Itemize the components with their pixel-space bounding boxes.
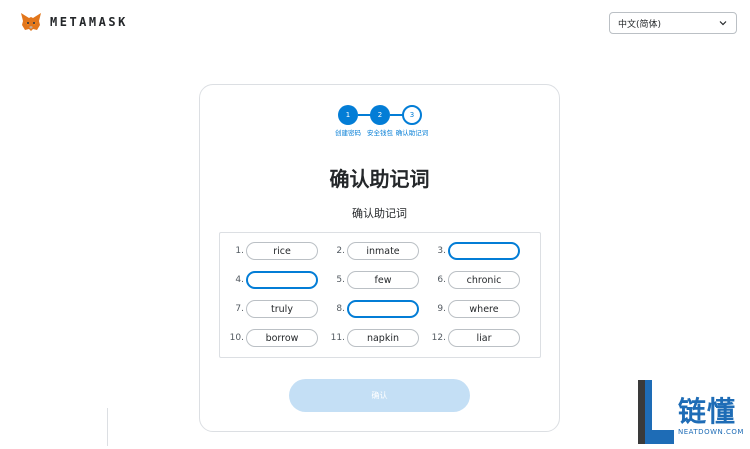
word-index: 1. bbox=[235, 246, 244, 256]
srp-word-item: 4. bbox=[228, 271, 318, 289]
srp-word-item: 3. bbox=[430, 242, 520, 260]
srp-word-input-empty[interactable] bbox=[246, 271, 318, 289]
srp-word-grid: 1. rice 2. inmate 3. 4. 5. few 6. chroni… bbox=[219, 232, 541, 358]
srp-word-input[interactable]: borrow bbox=[246, 329, 318, 347]
confirm-button[interactable]: 确认 bbox=[289, 379, 470, 412]
srp-word-item: 8. bbox=[329, 300, 419, 318]
srp-word-input-empty[interactable] bbox=[448, 242, 520, 260]
fox-icon bbox=[21, 13, 41, 31]
word-index: 2. bbox=[336, 246, 345, 256]
watermark-cn-text: 链懂 bbox=[678, 395, 737, 428]
srp-word-item: 1. rice bbox=[228, 242, 318, 260]
step-3-label: 确认助记词 bbox=[395, 129, 429, 137]
srp-word-item: 2. inmate bbox=[329, 242, 419, 260]
srp-word-item: 5. few bbox=[329, 271, 419, 289]
srp-word-item: 7. truly bbox=[228, 300, 318, 318]
srp-word-input[interactable]: few bbox=[347, 271, 419, 289]
word-index: 3. bbox=[437, 246, 446, 256]
word-index: 8. bbox=[336, 304, 345, 314]
srp-word-input[interactable]: where bbox=[448, 300, 520, 318]
srp-word-input[interactable]: napkin bbox=[347, 329, 419, 347]
step-2-circle: 2 bbox=[370, 105, 390, 125]
srp-word-input[interactable]: rice bbox=[246, 242, 318, 260]
word-index: 4. bbox=[235, 275, 244, 285]
watermark-en-text: NEATDOWN.COM bbox=[678, 428, 744, 436]
srp-word-input[interactable]: liar bbox=[448, 329, 520, 347]
word-index: 11. bbox=[330, 333, 345, 343]
metamask-logo[interactable]: METAMASK bbox=[20, 12, 128, 32]
watermark-l-icon bbox=[638, 380, 674, 444]
srp-word-input-empty[interactable] bbox=[347, 300, 419, 318]
page-title: 确认助记词 bbox=[329, 167, 430, 191]
srp-word-input[interactable]: truly bbox=[246, 300, 318, 318]
brand-name: METAMASK bbox=[50, 15, 128, 29]
srp-word-item: 10. borrow bbox=[228, 329, 318, 347]
step-3-circle: 3 bbox=[402, 105, 422, 125]
language-select[interactable]: 中文(简体) bbox=[609, 12, 737, 34]
srp-word-input[interactable]: inmate bbox=[347, 242, 419, 260]
page-subtitle: 确认助记词 bbox=[352, 207, 407, 220]
step-1-label: 创建密码 bbox=[335, 129, 361, 137]
step-2-label: 安全钱包 bbox=[367, 129, 393, 137]
watermark-logo: 链懂 NEATDOWN.COM bbox=[636, 378, 748, 446]
progress-stepper: 1 2 3 创建密码 安全钱包 确认助记词 bbox=[200, 105, 559, 149]
word-index: 5. bbox=[336, 275, 345, 285]
word-index: 6. bbox=[437, 275, 446, 285]
word-index: 10. bbox=[229, 333, 244, 343]
word-index: 9. bbox=[437, 304, 446, 314]
srp-word-item: 9. where bbox=[430, 300, 520, 318]
srp-word-item: 12. liar bbox=[430, 329, 520, 347]
chevron-down-icon bbox=[719, 21, 727, 26]
srp-word-input[interactable]: chronic bbox=[448, 271, 520, 289]
confirm-srp-card: 1 2 3 创建密码 安全钱包 确认助记词 确认助记词 确认助记词 1. ric… bbox=[199, 84, 560, 432]
word-index: 12. bbox=[431, 333, 446, 343]
language-value: 中文(简体) bbox=[618, 19, 662, 30]
srp-word-item: 6. chronic bbox=[430, 271, 520, 289]
srp-word-item: 11. napkin bbox=[329, 329, 419, 347]
word-index: 7. bbox=[235, 304, 244, 314]
divider-line bbox=[107, 408, 108, 446]
step-1-circle: 1 bbox=[338, 105, 358, 125]
